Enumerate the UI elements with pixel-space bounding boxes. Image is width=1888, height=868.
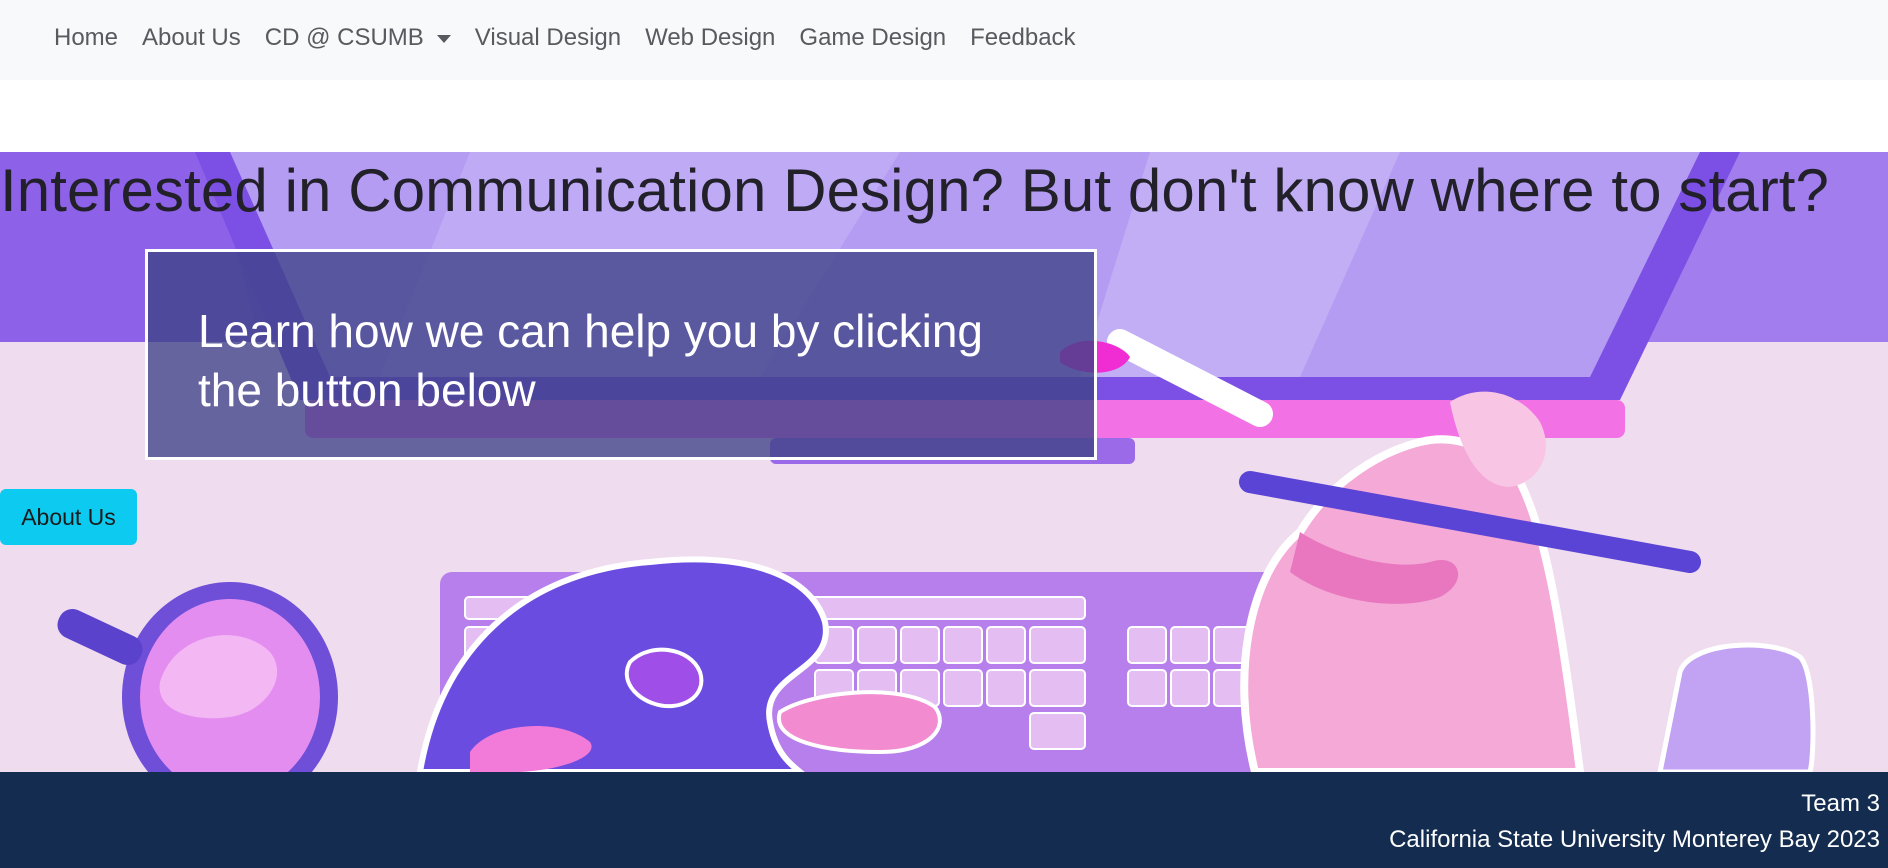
info-box: Learn how we can help you by clicking th… [145, 249, 1097, 460]
about-us-button[interactable]: About Us [0, 489, 137, 545]
footer-university: California State University Monterey Bay… [1389, 826, 1880, 853]
hero-section: Interested in Communication Design? But … [0, 152, 1888, 772]
nav-game-design-link[interactable]: Game Design [787, 24, 958, 52]
footer-team: Team 3 [1801, 790, 1880, 817]
nav-cd-csumb-dropdown[interactable]: CD @ CSUMB [253, 24, 463, 52]
nav-cd-csumb-label: CD @ CSUMB [264, 24, 424, 51]
hero-title: Interested in Communication Design? But … [0, 157, 1830, 224]
navbar: Home About Us CD @ CSUMB Visual Design W… [0, 0, 1888, 80]
nav-about-us-link[interactable]: About Us [130, 24, 253, 52]
chevron-down-icon [436, 35, 451, 43]
nav-feedback-link[interactable]: Feedback [958, 24, 1087, 52]
nav-list: Home About Us CD @ CSUMB Visual Design W… [42, 0, 1088, 76]
nav-web-design-link[interactable]: Web Design [633, 24, 787, 52]
nav-home-link[interactable]: Home [42, 24, 130, 52]
nav-visual-design-link[interactable]: Visual Design [463, 24, 633, 52]
desk-illustration [0, 152, 1888, 772]
footer: Team 3 California State University Monte… [0, 772, 1888, 868]
info-box-text: Learn how we can help you by clicking th… [198, 305, 984, 416]
